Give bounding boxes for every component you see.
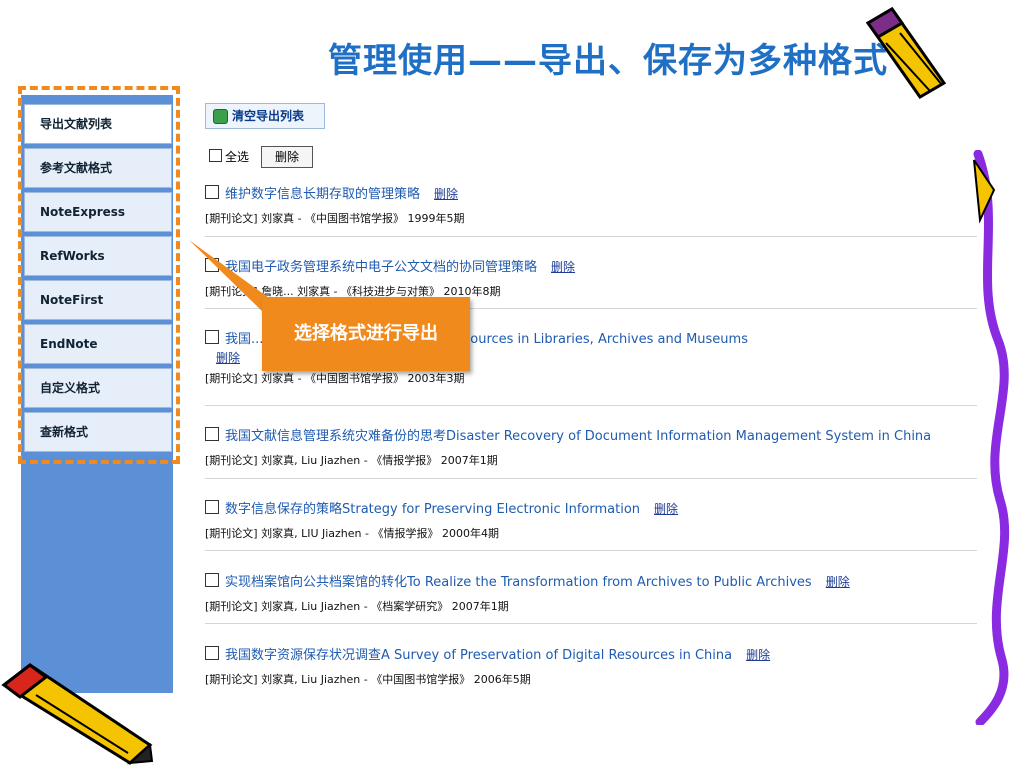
callout-box: 选择格式进行导出 — [262, 297, 470, 371]
record-delete-link[interactable]: 删除 — [746, 648, 770, 662]
squiggle-decoration — [973, 150, 1010, 725]
record-checkbox[interactable] — [205, 500, 219, 514]
record-delete-link[interactable]: 删除 — [434, 187, 458, 201]
record-delete-link[interactable]: 删除 — [216, 351, 240, 365]
record-title-link[interactable]: 维护数字信息长期存取的管理策略 — [225, 187, 420, 202]
list-item: 数字信息保存的策略Strategy for Preserving Electro… — [205, 498, 975, 541]
record-delete-link[interactable]: 删除 — [551, 260, 575, 274]
record-title-link[interactable]: 我国数字资源保存状况调查A Survey of Preservation of … — [225, 648, 732, 663]
clear-export-list-button[interactable]: 清空导出列表 — [205, 103, 325, 129]
row-divider — [205, 550, 977, 551]
slide-title: 管理使用——导出、保存为多种格式 — [328, 41, 888, 81]
record-title-link[interactable]: 我国文献信息管理系统灾难备份的思考Disaster Recovery of Do… — [225, 429, 931, 444]
select-all[interactable]: 全选 — [209, 148, 249, 165]
clear-export-list-label: 清空导出列表 — [232, 109, 305, 123]
list-item: 我国文献信息管理系统灾难备份的思考Disaster Recovery of Do… — [205, 425, 975, 468]
clear-icon — [213, 109, 228, 124]
record-meta: [期刊论文] 刘家真, Liu Jiazhen - 《中国图书馆学报》 2006… — [205, 673, 531, 686]
record-meta: [期刊论文] 刘家真, LIU Jiazhen - 《情报学报》 2000年4期 — [205, 527, 499, 540]
list-item: 我国电子政务管理系统中电子公文文档的协同管理策略 删除 [期刊论文] 詹晓... … — [205, 256, 975, 299]
row-divider — [205, 623, 977, 624]
record-meta: [期刊论文] 刘家真, Liu Jiazhen - 《档案学研究》 2007年1… — [205, 600, 509, 613]
select-all-label: 全选 — [225, 150, 250, 164]
record-checkbox[interactable] — [205, 646, 219, 660]
record-delete-link[interactable]: 删除 — [654, 502, 678, 516]
delete-button[interactable]: 删除 — [261, 146, 313, 168]
record-checkbox[interactable] — [205, 427, 219, 441]
row-divider — [205, 236, 977, 237]
list-item: 维护数字信息长期存取的管理策略 删除 [期刊论文] 刘家真 - 《中国图书馆学报》… — [205, 183, 975, 226]
list-item: 实现档案馆向公共档案馆的转化To Realize the Transformat… — [205, 571, 975, 614]
row-divider — [205, 478, 977, 479]
record-checkbox[interactable] — [205, 185, 219, 199]
record-meta: [期刊论文] 刘家真 - 《中国图书馆学报》 2003年3期 — [205, 372, 465, 385]
select-all-checkbox[interactable] — [209, 149, 222, 162]
row-divider — [205, 405, 977, 406]
record-delete-link[interactable]: 删除 — [826, 575, 850, 589]
record-meta: [期刊论文] 刘家真, Liu Jiazhen - 《情报学报》 2007年1期 — [205, 454, 498, 467]
record-checkbox[interactable] — [205, 573, 219, 587]
record-checkbox[interactable] — [205, 330, 219, 344]
record-title-link[interactable]: 实现档案馆向公共档案馆的转化To Realize the Transformat… — [225, 575, 812, 590]
list-item: 我国数字资源保存状况调查A Survey of Preservation of … — [205, 644, 975, 687]
pencil-icon — [865, 7, 947, 99]
record-meta: [期刊论文] 刘家真 - 《中国图书馆学报》 1999年5期 — [205, 212, 465, 225]
highlight-frame — [18, 86, 180, 464]
pencil-icon — [1, 663, 154, 765]
record-title-link[interactable]: 数字信息保存的策略Strategy for Preserving Electro… — [225, 502, 640, 517]
